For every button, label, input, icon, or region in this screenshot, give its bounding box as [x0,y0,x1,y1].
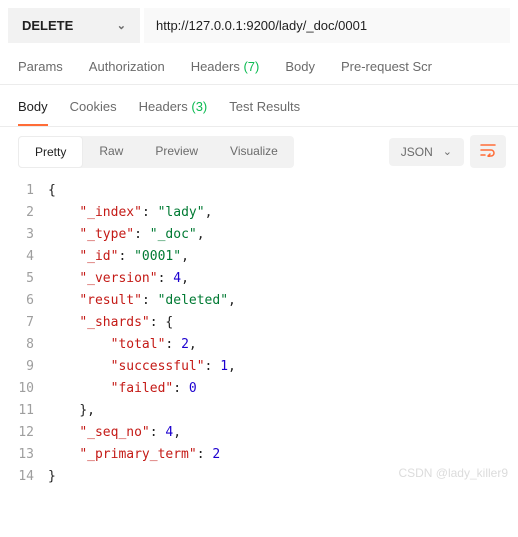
code-text: "result": "deleted", [48,290,236,312]
view-pretty[interactable]: Pretty [18,136,83,168]
view-mode-tabs: Pretty Raw Preview Visualize [18,136,294,168]
code-text: "_shards": { [48,312,173,334]
code-text: "_index": "lady", [48,202,212,224]
line-number: 11 [0,400,48,422]
line-number: 10 [0,378,48,400]
line-number: 8 [0,334,48,356]
response-tabs: Body Cookies Headers (3) Test Results [0,85,518,126]
format-select[interactable]: JSON ⌄ [389,138,464,166]
line-number: 2 [0,202,48,224]
line-number: 14 [0,466,48,488]
view-raw[interactable]: Raw [83,136,139,168]
resp-tab-cookies[interactable]: Cookies [70,99,117,114]
line-number: 9 [0,356,48,378]
code-text: "_version": 4, [48,268,189,290]
resp-headers-count: (3) [191,99,207,114]
line-number: 1 [0,180,48,202]
resp-tab-headers[interactable]: Headers (3) [139,99,208,114]
wrap-icon [480,143,496,157]
code-text: "_primary_term": 2 [48,444,220,466]
code-text: "total": 2, [48,334,197,356]
code-text: "_id": "0001", [48,246,189,268]
view-preview[interactable]: Preview [139,136,214,168]
tab-params[interactable]: Params [18,59,63,74]
view-bar: Pretty Raw Preview Visualize JSON ⌄ [0,127,518,176]
chevron-down-icon: ⌄ [117,19,126,32]
line-number: 3 [0,224,48,246]
tab-body[interactable]: Body [285,59,315,74]
code-text: "successful": 1, [48,356,236,378]
request-bar: DELETE ⌄ [0,0,518,51]
line-number: 5 [0,268,48,290]
view-visualize[interactable]: Visualize [214,136,294,168]
request-tabs: Params Authorization Headers (7) Body Pr… [0,51,518,85]
url-input[interactable] [144,8,510,43]
headers-count: (7) [243,59,259,74]
response-body[interactable]: 1{ 2 "_index": "lady", 3 "_type": "_doc"… [0,176,518,492]
chevron-down-icon: ⌄ [443,145,452,158]
line-number: 4 [0,246,48,268]
code-text: } [48,466,56,488]
tab-prerequest[interactable]: Pre-request Scr [341,59,432,74]
code-text: "failed": 0 [48,378,197,400]
format-label: JSON [401,145,433,159]
http-method-select[interactable]: DELETE ⌄ [8,8,140,43]
tab-headers[interactable]: Headers (7) [191,59,260,74]
resp-tab-body[interactable]: Body [18,99,48,114]
line-number: 12 [0,422,48,444]
wrap-lines-button[interactable] [470,135,506,168]
resp-tab-tests[interactable]: Test Results [229,99,300,114]
code-text: }, [48,400,95,422]
code-text: { [48,180,56,202]
code-text: "_type": "_doc", [48,224,205,246]
http-method-label: DELETE [22,18,73,33]
tab-authorization[interactable]: Authorization [89,59,165,74]
line-number: 7 [0,312,48,334]
line-number: 6 [0,290,48,312]
code-text: "_seq_no": 4, [48,422,181,444]
line-number: 13 [0,444,48,466]
